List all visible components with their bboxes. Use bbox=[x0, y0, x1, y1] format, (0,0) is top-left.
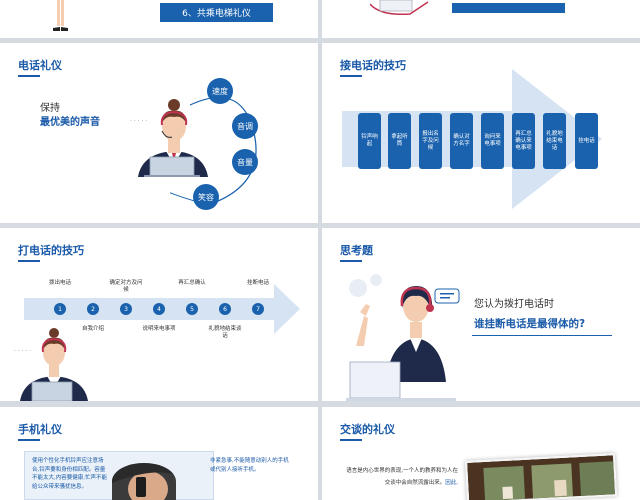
conversation-highlight: 因此, bbox=[445, 480, 458, 486]
chat-icon bbox=[434, 288, 460, 306]
circle-volume: 音量 bbox=[232, 149, 258, 175]
woman-legs-figure bbox=[48, 0, 72, 38]
conversation-text: 语言是内心世界的表现,一个人的教养和为人在交谈中会自然流露出来。因此, bbox=[346, 465, 458, 489]
question-line-1: 您认为拨打电话时 bbox=[474, 299, 554, 310]
answer-step-2: 拿起听筒 bbox=[388, 113, 411, 169]
question-line-2: 谁挂断电话是最得体的? bbox=[474, 318, 586, 330]
best-voice-text: 最优美的声音 bbox=[40, 117, 100, 128]
slide-conversation-etiquette: 交谈的礼仪 语言是内心世界的表现,一个人的教养和为人在交谈中会自然流露出来。因此… bbox=[322, 407, 640, 500]
call-step-5: 5 bbox=[186, 303, 198, 315]
call-label-6: 礼貌地结束谈话 bbox=[208, 326, 242, 339]
blue-bar bbox=[452, 3, 565, 13]
answer-step-1: 铃声响起 bbox=[358, 113, 381, 169]
call-step-3: 3 bbox=[120, 303, 132, 315]
call-step-1: 1 bbox=[54, 303, 66, 315]
photo-frame bbox=[464, 453, 618, 500]
call-step-4: 4 bbox=[153, 303, 165, 315]
circle-tone: 音调 bbox=[232, 113, 258, 139]
answer-step-4: 确认对方名字 bbox=[450, 113, 473, 169]
answer-step-7: 礼貌地结束电话 bbox=[543, 113, 566, 169]
call-label-3: 确定对方及问候 bbox=[109, 280, 143, 293]
underline bbox=[472, 335, 612, 336]
slide-mobile-etiquette: 手机礼仪 使用个性化手机铃声应注意场合,铃声要和身份相匹配。容量不能太大,内容要… bbox=[0, 407, 318, 500]
mobile-text-2: 非紧急事,不能随意动别人的手机或代别人接听手机。 bbox=[210, 458, 289, 473]
answer-step-6: 再汇总确认来电事项 bbox=[512, 113, 535, 169]
mobile-text-1: 使用个性化手机铃声应注意场合,铃声要和身份相匹配。容量不能太大,内容要健康,忙声… bbox=[32, 458, 107, 490]
slide-answer-phone: 接电话的技巧 铃声响起 拿起听筒 报出名字及问候 确认对方名字 询问来电事项 再… bbox=[322, 43, 640, 223]
slide-title: 思考题 bbox=[340, 244, 373, 262]
slide-title: 手机礼仪 bbox=[18, 423, 62, 441]
laptop-graphic bbox=[369, 0, 430, 16]
slide-2 bbox=[322, 0, 640, 38]
circle-smile: 笑容 bbox=[193, 184, 219, 210]
call-step-6: 6 bbox=[219, 303, 231, 315]
slide-phone-etiquette: 电话礼仪 保持 最优美的声音 · · · · · 速度 音调 音量 笑容 bbox=[0, 43, 318, 223]
slide-1: 6、共乘电梯礼仪 bbox=[0, 0, 318, 38]
agenda-item-6: 6、共乘电梯礼仪 bbox=[160, 3, 273, 22]
phone-photo bbox=[112, 463, 176, 500]
call-step-2: 2 bbox=[87, 303, 99, 315]
slide-think-question: 思考题 您认为拨打电话时 谁挂断电话是最得体的? bbox=[322, 228, 640, 401]
call-label-4: 说明来电事项 bbox=[142, 326, 176, 332]
call-label-5: 再汇总确认 bbox=[178, 280, 206, 286]
conversation-body: 语言是内心世界的表现,一个人的教养和为人在交谈中会自然流露出来。 bbox=[346, 468, 458, 486]
answer-step-3: 报出名字及问候 bbox=[419, 113, 442, 169]
slide-make-call: 打电话的技巧 1 2 3 4 5 6 7 拨出电话 确定对方及问候 再汇总确认 … bbox=[0, 228, 318, 401]
call-label-1: 拨出电话 bbox=[48, 280, 71, 286]
slide-title: 电话礼仪 bbox=[18, 59, 62, 77]
call-step-7: 7 bbox=[252, 303, 264, 315]
slide-title: 打电话的技巧 bbox=[18, 244, 84, 262]
answer-step-8: 挂电话 bbox=[575, 113, 598, 169]
slide-title: 交谈的礼仪 bbox=[340, 423, 395, 441]
keep-text: 保持 bbox=[40, 103, 60, 114]
answer-step-5: 询问来电事项 bbox=[481, 113, 504, 169]
circle-speed: 速度 bbox=[207, 78, 233, 104]
call-label-7: 挂断电话 bbox=[246, 280, 269, 286]
operator-figure bbox=[12, 324, 96, 401]
